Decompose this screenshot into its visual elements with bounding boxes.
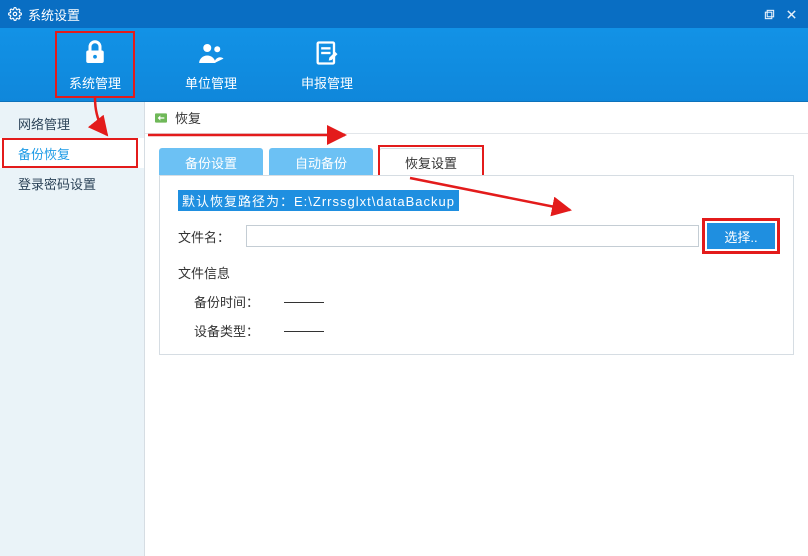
users-icon	[195, 37, 227, 69]
tab-auto-backup[interactable]: 自动备份	[269, 148, 373, 176]
lock-icon	[79, 37, 111, 69]
toolbar-item-system[interactable]: 系统管理	[55, 28, 135, 101]
restore-window-button[interactable]	[758, 4, 780, 24]
device-type-row: 设备类型：	[178, 321, 775, 340]
sidebar-item-password[interactable]: 登录密码设置	[0, 168, 144, 198]
sidebar-item-network[interactable]: 网络管理	[0, 108, 144, 138]
file-name-label: 文件名：	[178, 227, 238, 246]
choose-file-button[interactable]: 选择..	[707, 223, 775, 249]
close-window-button[interactable]	[780, 4, 802, 24]
file-info-title: 文件信息	[178, 263, 775, 282]
tab-row: 备份设置 自动备份 恢复设置	[145, 134, 808, 176]
gear-icon	[8, 7, 22, 21]
form-edit-icon	[311, 37, 343, 69]
device-type-value	[284, 331, 324, 332]
backup-time-label: 备份时间：	[194, 292, 284, 311]
page-title: 恢复	[175, 108, 201, 127]
tab-label: 备份设置	[185, 153, 237, 172]
main-toolbar: 系统管理 单位管理 申报管理	[0, 28, 808, 102]
sidebar-item-label: 网络管理	[18, 114, 70, 133]
content-area: 恢复 备份设置 自动备份 恢复设置 默认恢复路径为：E:\Zrrssglxt\d…	[145, 102, 808, 556]
title-bar: 系统设置	[0, 0, 808, 28]
toolbar-item-label: 系统管理	[69, 73, 121, 92]
page-header: 恢复	[145, 102, 808, 134]
backup-time-row: 备份时间：	[178, 292, 775, 311]
restore-panel: 默认恢复路径为：E:\Zrrssglxt\dataBackup 文件名： 选择.…	[159, 175, 794, 355]
toolbar-item-label: 申报管理	[301, 73, 353, 92]
sidebar: 网络管理 备份恢复 登录密码设置	[0, 102, 145, 556]
backup-time-value	[284, 302, 324, 303]
sidebar-item-label: 登录密码设置	[18, 174, 96, 193]
toolbar-item-declaration[interactable]: 申报管理	[287, 28, 367, 101]
restore-icon	[153, 110, 169, 126]
sidebar-item-label: 备份恢复	[18, 144, 70, 163]
toolbar-item-organization[interactable]: 单位管理	[171, 28, 251, 101]
tab-restore-settings[interactable]: 恢复设置	[379, 148, 483, 176]
file-name-row: 文件名： 选择..	[178, 223, 775, 249]
file-name-input[interactable]	[246, 225, 699, 247]
choose-file-label: 选择..	[724, 227, 757, 246]
tab-label: 恢复设置	[405, 153, 457, 172]
default-path-notice: 默认恢复路径为：E:\Zrrssglxt\dataBackup	[178, 190, 459, 211]
window-title: 系统设置	[28, 5, 758, 24]
device-type-label: 设备类型：	[194, 321, 284, 340]
tab-backup-settings[interactable]: 备份设置	[159, 148, 263, 176]
toolbar-item-label: 单位管理	[185, 73, 237, 92]
tab-label: 自动备份	[295, 153, 347, 172]
sidebar-item-backup-restore[interactable]: 备份恢复	[0, 138, 144, 168]
